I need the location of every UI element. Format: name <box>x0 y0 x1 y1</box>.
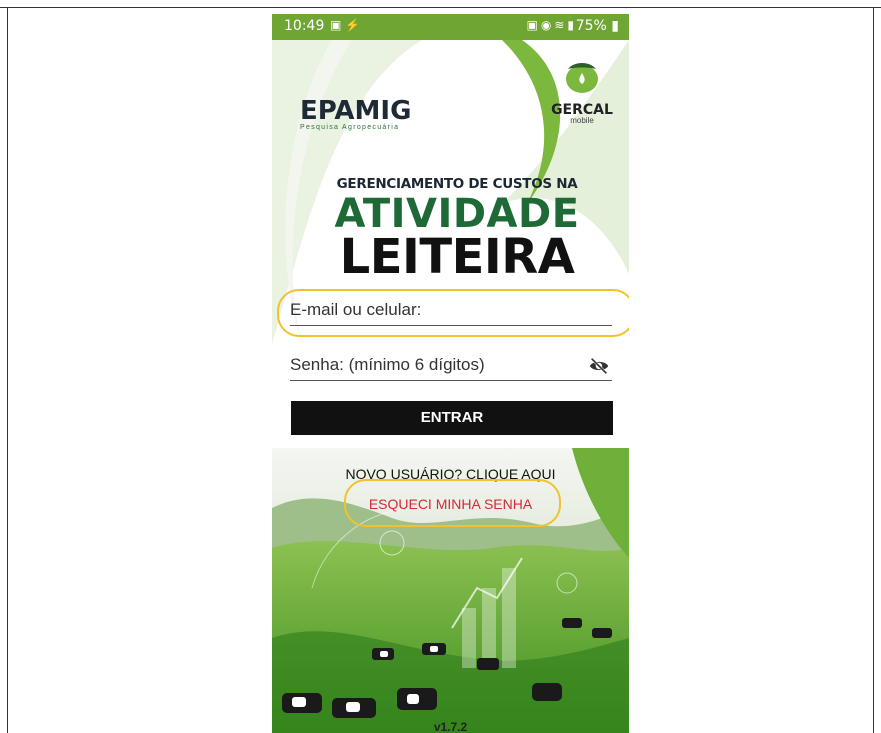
photo-notification-icon: ▣ <box>330 18 346 32</box>
app-headline: GERENCIAMENTO DE CUSTOS NA ATIVIDADE LEI… <box>312 176 602 285</box>
epamig-tagline: Pesquisa Agropecuária <box>300 124 400 131</box>
password-placeholder: Senha: (mínimo 6 dígitos) <box>290 355 485 374</box>
status-bar: 10:49 ▣⚡ ▣◉≋▮ 75% ▮ <box>272 14 629 40</box>
gercal-logo: GERCAL mobile <box>547 59 617 125</box>
status-right-icons: ▣◉≋▮ <box>527 18 578 32</box>
forgot-password-highlight-annotation <box>344 479 561 527</box>
battery-icon: ▮ <box>611 18 619 34</box>
status-left-icons: ▣⚡ <box>330 18 364 32</box>
password-field[interactable]: Senha: (mínimo 6 dígitos) <box>290 355 612 381</box>
email-highlight-annotation <box>277 289 629 337</box>
lock-icon: ▣ <box>526 18 541 32</box>
headline-line-1: GERENCIAMENTO DE CUSTOS NA <box>336 176 578 192</box>
epamig-wordmark: EPAMIG <box>300 96 412 126</box>
epamig-logo: EPAMIG Pesquisa Agropecuária <box>300 96 411 131</box>
frame-border-top <box>0 7 881 8</box>
frame-border-left <box>7 7 8 733</box>
headline-line-3: LEITEIRA <box>339 229 575 285</box>
frame-border-right <box>873 7 874 733</box>
phone-screen: 10:49 ▣⚡ ▣◉≋▮ 75% ▮ EPAMIG Pesquisa Agro… <box>272 14 629 733</box>
enter-button[interactable]: ENTRAR <box>291 401 613 435</box>
status-time: 10:49 <box>284 18 325 34</box>
battery-level: 75% ▮ <box>575 18 619 34</box>
app-version: v1.7.2 <box>433 720 468 733</box>
password-underline <box>290 379 612 381</box>
usb-icon: ⚡ <box>345 18 365 32</box>
gercal-drop-icon <box>566 63 598 93</box>
headline-line-2: ATIVIDADE <box>334 191 580 237</box>
wifi-icon: ≋ <box>554 18 568 32</box>
eye-off-icon[interactable] <box>588 355 610 377</box>
alarm-icon: ◉ <box>540 18 555 32</box>
